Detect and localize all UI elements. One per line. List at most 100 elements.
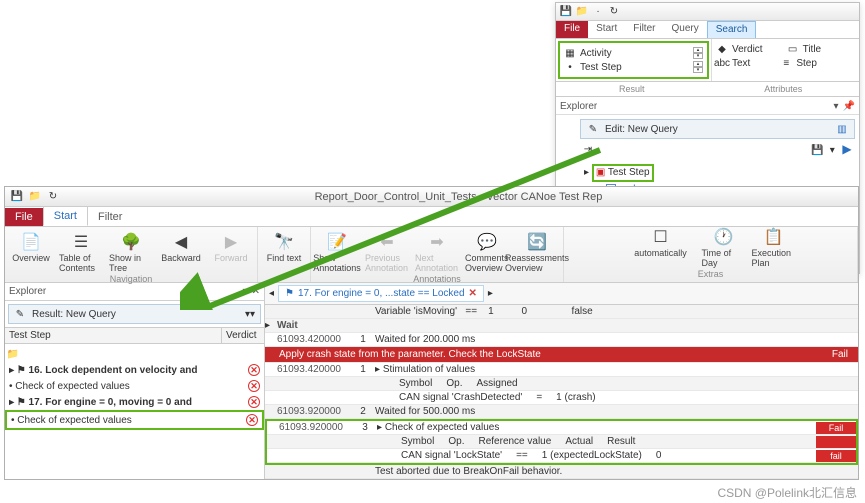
run-query-icon[interactable]: ▶ [841, 143, 853, 155]
tab-start[interactable]: Start [588, 21, 625, 38]
app-folder-icon[interactable]: 📁 [29, 191, 41, 203]
explorer-tree: 📁 ▸ ⚑ 16. Lock dependent on velocity and… [5, 344, 264, 432]
btn-overview[interactable]: 📄Overview [9, 231, 53, 263]
tab-close-icon[interactable]: ✕ [469, 288, 477, 299]
teststep-spinner[interactable]: ▴▾ [693, 61, 703, 73]
tree-side-icons[interactable]: 📁 [5, 346, 264, 362]
btn-forward[interactable]: ▶Forward [209, 231, 253, 263]
next-note-icon: ➡ [426, 231, 448, 253]
btn-time[interactable]: 🕐Time of Day [702, 226, 746, 268]
tab-search[interactable]: Search [707, 21, 757, 38]
note-icon: 📝 [326, 231, 348, 253]
tree-row-17[interactable]: ▸ ⚑ 17. For engine = 0, moving = 0 and✕ [5, 394, 264, 410]
dropdown-icon[interactable]: ▾▾ [245, 309, 255, 320]
btn-backward[interactable]: ◀Backward [159, 231, 203, 263]
refresh-icon[interactable]: ↻ [608, 6, 620, 18]
extras-group-label: Extras [698, 268, 724, 280]
pencil-icon: ✎ [14, 308, 26, 320]
btn-toc[interactable]: ☰Table of Contents [59, 231, 103, 273]
watermark: CSDN @Polelink北汇信息 [717, 484, 857, 501]
col-verdict[interactable]: Verdict [222, 328, 264, 343]
table-row: CAN signal 'CrashDetected'=1 (crash) [265, 391, 858, 405]
detail-tab-active[interactable]: ⚑ 17. For engine = 0, ...state == Locked… [278, 285, 484, 302]
app-refresh-icon[interactable]: ↻ [47, 191, 59, 203]
collapse-icon[interactable]: ▾ [834, 101, 839, 112]
fail-icon: ✕ [246, 414, 258, 426]
text-label[interactable]: Text [732, 58, 750, 69]
save-query-icon[interactable]: 💾 [811, 145, 823, 157]
query-list-icon[interactable]: ▥ [836, 123, 848, 135]
detail-pane: ◂ ⚑ 17. For engine = 0, ...state == Lock… [265, 283, 858, 479]
verdict-label[interactable]: Verdict [732, 44, 763, 55]
col-teststep[interactable]: Test Step [5, 328, 222, 343]
highlighted-fail-block: 61093.9200003▸ Check of expected valuesF… [265, 419, 858, 465]
edit-query-text: Edit: New Query [605, 124, 678, 135]
btn-show-tree[interactable]: 🌳Show in Tree [109, 231, 153, 273]
result-group[interactable]: ▦Activity▴▾ •Test Step▴▾ [558, 41, 709, 79]
chk-auto[interactable]: ☐automatically [626, 226, 696, 258]
table-row-wait-hdr[interactable]: ▸Wait [265, 319, 858, 333]
query-toolbar: ⇥ 💾 ▾ ▶ [556, 141, 859, 161]
btn-show-ann[interactable]: 📝Show Annotations [315, 231, 359, 273]
tab-filter[interactable]: Filter [625, 21, 663, 38]
tree-row-16[interactable]: ▸ ⚑ 16. Lock dependent on velocity and✕ [5, 362, 264, 378]
sep-icon: · [592, 6, 604, 18]
btn-next-ann[interactable]: ➡Next Annotation [415, 231, 459, 273]
teststep-icon: • [564, 61, 576, 73]
overview-icon: 📄 [20, 231, 42, 253]
main-tab-start[interactable]: Start [43, 206, 88, 226]
table-row: SymbolOp.Assigned [265, 377, 858, 391]
table-row-abort: Test aborted due to BreakOnFail behavior… [265, 465, 858, 479]
folder-icon[interactable]: 📁 [576, 6, 588, 18]
back-icon: ◀ [170, 231, 192, 253]
btn-find[interactable]: 🔭Find text [262, 231, 306, 263]
activity-label: Activity [580, 48, 612, 59]
activity-spinner[interactable]: ▴▾ [693, 47, 703, 59]
edit-query-box[interactable]: ✎ Edit: New Query ▥ [580, 119, 855, 139]
query-ribbon-body: ▦Activity▴▾ •Test Step▴▾ ◆Verdict ▭Title… [556, 39, 859, 82]
pin-icon[interactable]: 📌 [843, 101, 855, 112]
fail-badge: Fail [816, 422, 856, 434]
ribbon-group-navigation: 📄Overview ☰Table of Contents 🌳Show in Tr… [5, 227, 258, 282]
dropdown-icon[interactable]: ▾ [826, 145, 838, 157]
indent-icon[interactable]: ⇥ [582, 144, 594, 156]
table-row: Variable 'isMoving' == 1 0 false [265, 305, 858, 319]
query-explorer-title: Explorer [560, 101, 597, 112]
table-row-crash: Apply crash state from the parameter. Ch… [265, 347, 858, 363]
explorer-close-icon[interactable]: ✕ [252, 286, 260, 297]
save-icon[interactable]: 💾 [560, 6, 572, 18]
tree-row-16-child[interactable]: • Check of expected values✕ [5, 378, 264, 394]
tree-icon: 🌳 [120, 231, 142, 253]
tab-file[interactable]: File [556, 21, 588, 38]
detail-tabs: ◂ ⚑ 17. For engine = 0, ...state == Lock… [265, 283, 858, 305]
tab-query[interactable]: Query [663, 21, 706, 38]
explorer-result-box[interactable]: ✎ Result: New Query ▾▾ [8, 304, 261, 324]
btn-comments[interactable]: 💬Comments Overview [465, 231, 509, 273]
verdict-icon: ◆ [716, 43, 728, 55]
btn-reassess[interactable]: 🔄Reassessments Overview [515, 231, 559, 273]
tree-row-17-child[interactable]: • Check of expected values✕ [5, 410, 264, 430]
prev-note-icon: ⬅ [376, 231, 398, 253]
main-tab-filter[interactable]: Filter [88, 208, 132, 226]
btn-prev-ann[interactable]: ⬅Previous Annotation [365, 231, 409, 273]
explorer-collapse-icon[interactable]: ▾ [243, 286, 248, 297]
teststep-label: Test Step [580, 62, 622, 73]
tab-prev-icon[interactable]: ◂ [269, 288, 274, 299]
main-tab-file[interactable]: File [5, 208, 43, 226]
attributes-group: ◆Verdict ▭Title abcText ≡Step [711, 39, 859, 81]
reassess-icon: 🔄 [526, 231, 548, 253]
tab-next-icon[interactable]: ▸ [488, 288, 493, 299]
query-ribbon-tabs: File Start Filter Query Search [556, 21, 859, 39]
app-save-icon[interactable]: 💾 [11, 191, 23, 203]
toc-icon: ☰ [70, 231, 92, 253]
detail-table: Variable 'isMoving' == 1 0 false ▸Wait 6… [265, 305, 858, 479]
binoculars-icon: 🔭 [273, 231, 295, 253]
title-label[interactable]: Title [803, 44, 822, 55]
btn-exec-plan[interactable]: 📋Execution Plan [752, 226, 796, 268]
plan-icon: 📋 [763, 226, 785, 248]
explorer-result-text: Result: New Query [32, 309, 116, 320]
ribbon-group-annotations: 📝Show Annotations ⬅Previous Annotation ➡… [311, 227, 564, 282]
step-icon: ≡ [780, 57, 792, 69]
query-titlebar: 💾 📁 · ↻ [556, 3, 859, 21]
step-label[interactable]: Step [796, 58, 817, 69]
